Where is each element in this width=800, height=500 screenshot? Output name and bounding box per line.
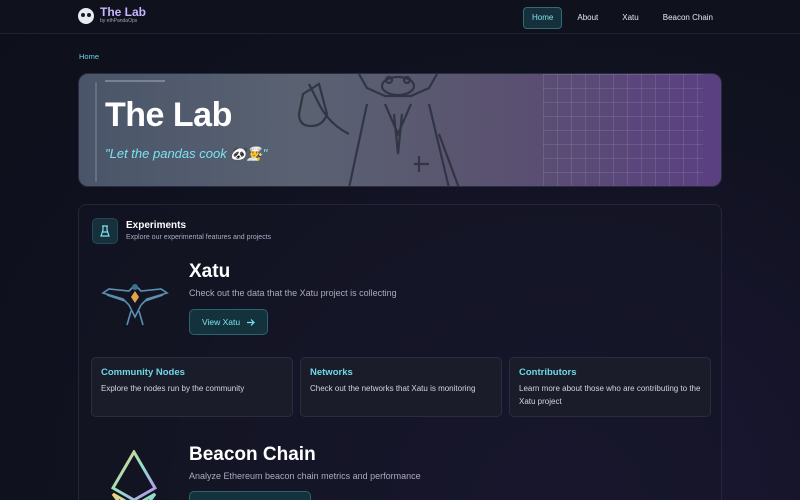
hero-decor-line <box>95 82 97 182</box>
brand-home-link[interactable]: The Lab by ethPandaOps <box>78 6 146 25</box>
view-xatu-button[interactable]: View Xatu <box>189 309 269 335</box>
ethereum-logo <box>110 450 158 500</box>
brand-text: The Lab by ethPandaOps <box>100 6 146 25</box>
panda-logo-icon <box>78 7 94 24</box>
hero-title: The Lab <box>105 96 232 134</box>
flask-icon <box>92 218 118 244</box>
card-description: Check out the networks that Xatu is moni… <box>310 384 476 393</box>
hero-banner: The Lab "Let the pandas cook 🐼👨‍🍳" <box>78 73 722 187</box>
breadcrumb: Home <box>79 52 99 61</box>
view-xatu-button-label: View Xatu <box>202 317 241 327</box>
brand-subtitle: by ethPandaOps <box>100 18 138 24</box>
card-description: Learn more about those who are contribut… <box>519 384 701 406</box>
hero-grid-pattern <box>543 74 703 186</box>
xatu-description: Check out the data that the Xatu project… <box>189 288 397 298</box>
nav-item-about[interactable]: About <box>568 7 607 29</box>
nav-menu: Home About Xatu Beacon Chain <box>523 7 722 29</box>
beacon-chain-description: Analyze Ethereum beacon chain metrics an… <box>189 471 421 481</box>
card-community-nodes[interactable]: Community Nodes Explore the nodes run by… <box>91 357 293 417</box>
hero-decor-line <box>105 80 165 82</box>
card-contributors[interactable]: Contributors Learn more about those who … <box>509 357 711 417</box>
xatu-title: Xatu <box>189 261 231 282</box>
arrow-right-icon <box>247 318 255 326</box>
flask-icon-glyph <box>100 225 110 237</box>
hero-tagline: "Let the pandas cook 🐼👨‍🍳" <box>105 146 268 161</box>
experiments-panel: Experiments Explore our experimental fea… <box>78 204 722 500</box>
nav-item-home[interactable]: Home <box>523 7 563 29</box>
panda-scientist-illustration <box>297 74 460 186</box>
xatu-bird-logo <box>101 284 169 326</box>
top-nav: The Lab by ethPandaOps Home About Xatu B… <box>0 0 800 34</box>
beacon-chain-title: Beacon Chain <box>189 444 316 465</box>
breadcrumb-home-link[interactable]: Home <box>79 52 99 61</box>
section-title: Experiments <box>126 220 187 231</box>
card-networks[interactable]: Networks Check out the networks that Xat… <box>300 357 502 417</box>
nav-item-xatu[interactable]: Xatu <box>613 7 647 29</box>
brand-title: The Lab <box>100 5 147 19</box>
card-title: Community Nodes <box>101 367 185 378</box>
nav-item-beacon-chain[interactable]: Beacon Chain <box>654 7 722 29</box>
section-subtitle: Explore our experimental features and pr… <box>126 234 272 241</box>
card-description: Explore the nodes run by the community <box>101 384 245 393</box>
card-title: Networks <box>310 367 353 378</box>
card-title: Contributors <box>519 367 577 378</box>
beacon-chain-button[interactable] <box>189 491 311 500</box>
xatu-cards: Community Nodes Explore the nodes run by… <box>91 357 711 417</box>
